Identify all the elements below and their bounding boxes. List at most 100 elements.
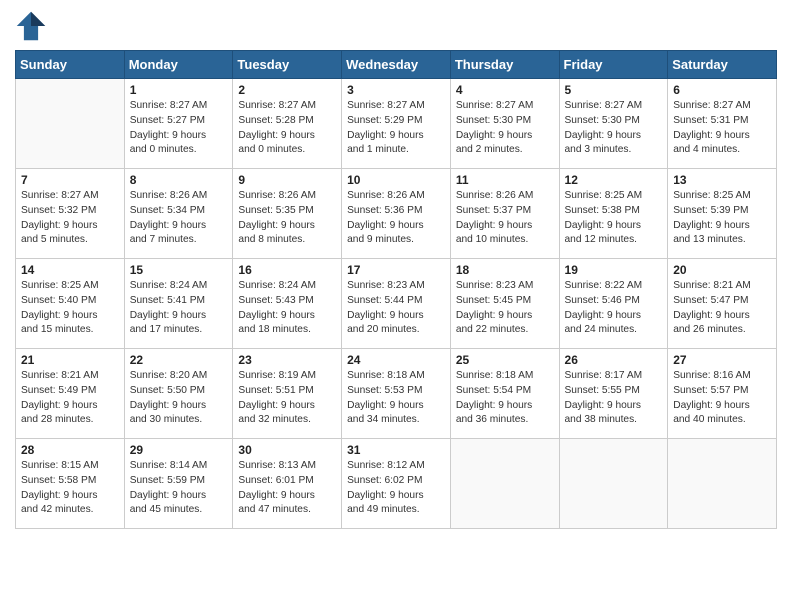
- day-number: 23: [238, 353, 336, 367]
- week-row-2: 14 Sunrise: 8:25 AMSunset: 5:40 PMDayligh…: [16, 259, 777, 349]
- day-cell: [450, 439, 559, 529]
- week-row-4: 28 Sunrise: 8:15 AMSunset: 5:58 PMDayligh…: [16, 439, 777, 529]
- day-number: 30: [238, 443, 336, 457]
- day-info: Sunrise: 8:26 AMSunset: 5:34 PMDaylight:…: [130, 189, 228, 248]
- day-cell: 16 Sunrise: 8:24 AMSunset: 5:43 PMDayligh…: [233, 259, 342, 349]
- calendar-table: SundayMondayTuesdayWednesdayThursdayFrid…: [15, 50, 777, 529]
- day-info: Sunrise: 8:14 AMSunset: 5:59 PMDaylight:…: [130, 459, 228, 518]
- day-cell: 14 Sunrise: 8:25 AMSunset: 5:40 PMDayligh…: [16, 259, 125, 349]
- day-number: 28: [21, 443, 119, 457]
- day-number: 7: [21, 173, 119, 187]
- day-info: Sunrise: 8:27 AMSunset: 5:30 PMDaylight:…: [565, 99, 663, 158]
- day-info: Sunrise: 8:21 AMSunset: 5:47 PMDaylight:…: [673, 279, 771, 338]
- day-cell: 27Sunrise: 8:16 AMSunset: 5:57 PMDayligh…: [668, 349, 777, 439]
- header-cell-sunday: Sunday: [16, 51, 125, 79]
- day-cell: [668, 439, 777, 529]
- day-info: Sunrise: 8:27 AMSunset: 5:27 PMDaylight:…: [130, 99, 228, 158]
- header-cell-saturday: Saturday: [668, 51, 777, 79]
- day-cell: 12Sunrise: 8:25 AMSunset: 5:38 PMDayligh…: [559, 169, 668, 259]
- day-cell: 7 Sunrise: 8:27 AMSunset: 5:32 PMDaylight…: [16, 169, 125, 259]
- day-info: Sunrise: 8:27 AMSunset: 5:30 PMDaylight:…: [456, 99, 554, 158]
- day-cell: 10 Sunrise: 8:26 AMSunset: 5:36 PMDayligh…: [342, 169, 451, 259]
- day-number: 3: [347, 83, 445, 97]
- day-cell: 26 Sunrise: 8:17 AMSunset: 5:55 PMDayligh…: [559, 349, 668, 439]
- day-cell: 8 Sunrise: 8:26 AMSunset: 5:34 PMDaylight…: [124, 169, 233, 259]
- week-row-1: 7 Sunrise: 8:27 AMSunset: 5:32 PMDaylight…: [16, 169, 777, 259]
- day-number: 22: [130, 353, 228, 367]
- day-info: Sunrise: 8:23 AMSunset: 5:45 PMDaylight:…: [456, 279, 554, 338]
- day-number: 29: [130, 443, 228, 457]
- day-info: Sunrise: 8:27 AMSunset: 5:32 PMDaylight:…: [21, 189, 119, 248]
- day-cell: 11 Sunrise: 8:26 AMSunset: 5:37 PMDayligh…: [450, 169, 559, 259]
- day-cell: 17 Sunrise: 8:23 AMSunset: 5:44 PMDayligh…: [342, 259, 451, 349]
- day-number: 19: [565, 263, 663, 277]
- calendar-body: 1 Sunrise: 8:27 AMSunset: 5:27 PMDaylight…: [16, 79, 777, 529]
- day-number: 24: [347, 353, 445, 367]
- header-cell-tuesday: Tuesday: [233, 51, 342, 79]
- day-info: Sunrise: 8:27 AMSunset: 5:28 PMDaylight:…: [238, 99, 336, 158]
- day-info: Sunrise: 8:25 AMSunset: 5:39 PMDaylight:…: [673, 189, 771, 248]
- day-number: 11: [456, 173, 554, 187]
- day-info: Sunrise: 8:15 AMSunset: 5:58 PMDaylight:…: [21, 459, 119, 518]
- day-cell: 3 Sunrise: 8:27 AMSunset: 5:29 PMDaylight…: [342, 79, 451, 169]
- day-number: 20: [673, 263, 771, 277]
- day-info: Sunrise: 8:27 AMSunset: 5:29 PMDaylight:…: [347, 99, 445, 158]
- day-info: Sunrise: 8:19 AMSunset: 5:51 PMDaylight:…: [238, 369, 336, 428]
- day-info: Sunrise: 8:21 AMSunset: 5:49 PMDaylight:…: [21, 369, 119, 428]
- day-info: Sunrise: 8:25 AMSunset: 5:40 PMDaylight:…: [21, 279, 119, 338]
- day-number: 10: [347, 173, 445, 187]
- day-info: Sunrise: 8:22 AMSunset: 5:46 PMDaylight:…: [565, 279, 663, 338]
- day-info: Sunrise: 8:27 AMSunset: 5:31 PMDaylight:…: [673, 99, 771, 158]
- day-number: 6: [673, 83, 771, 97]
- day-number: 16: [238, 263, 336, 277]
- day-number: 13: [673, 173, 771, 187]
- day-cell: 18 Sunrise: 8:23 AMSunset: 5:45 PMDayligh…: [450, 259, 559, 349]
- day-cell: [16, 79, 125, 169]
- logo-icon: [15, 10, 47, 42]
- week-row-3: 21 Sunrise: 8:21 AMSunset: 5:49 PMDayligh…: [16, 349, 777, 439]
- day-cell: [559, 439, 668, 529]
- day-cell: 13 Sunrise: 8:25 AMSunset: 5:39 PMDayligh…: [668, 169, 777, 259]
- day-cell: 21 Sunrise: 8:21 AMSunset: 5:49 PMDayligh…: [16, 349, 125, 439]
- day-cell: 5 Sunrise: 8:27 AMSunset: 5:30 PMDaylight…: [559, 79, 668, 169]
- day-number: 8: [130, 173, 228, 187]
- day-cell: 2 Sunrise: 8:27 AMSunset: 5:28 PMDaylight…: [233, 79, 342, 169]
- day-cell: 30 Sunrise: 8:13 AMSunset: 6:01 PMDayligh…: [233, 439, 342, 529]
- day-cell: 1 Sunrise: 8:27 AMSunset: 5:27 PMDaylight…: [124, 79, 233, 169]
- day-number: 4: [456, 83, 554, 97]
- day-cell: 6 Sunrise: 8:27 AMSunset: 5:31 PMDaylight…: [668, 79, 777, 169]
- day-number: 5: [565, 83, 663, 97]
- header-cell-friday: Friday: [559, 51, 668, 79]
- day-info: Sunrise: 8:23 AMSunset: 5:44 PMDaylight:…: [347, 279, 445, 338]
- day-number: 1: [130, 83, 228, 97]
- header-row: SundayMondayTuesdayWednesdayThursdayFrid…: [16, 51, 777, 79]
- day-number: 26: [565, 353, 663, 367]
- page: SundayMondayTuesdayWednesdayThursdayFrid…: [0, 0, 792, 544]
- day-cell: 9 Sunrise: 8:26 AMSunset: 5:35 PMDaylight…: [233, 169, 342, 259]
- day-info: Sunrise: 8:24 AMSunset: 5:43 PMDaylight:…: [238, 279, 336, 338]
- header-cell-monday: Monday: [124, 51, 233, 79]
- day-info: Sunrise: 8:26 AMSunset: 5:37 PMDaylight:…: [456, 189, 554, 248]
- day-number: 21: [21, 353, 119, 367]
- day-number: 31: [347, 443, 445, 457]
- day-cell: 15Sunrise: 8:24 AMSunset: 5:41 PMDayligh…: [124, 259, 233, 349]
- day-info: Sunrise: 8:26 AMSunset: 5:36 PMDaylight:…: [347, 189, 445, 248]
- header-cell-wednesday: Wednesday: [342, 51, 451, 79]
- day-number: 17: [347, 263, 445, 277]
- calendar-header: SundayMondayTuesdayWednesdayThursdayFrid…: [16, 51, 777, 79]
- day-info: Sunrise: 8:13 AMSunset: 6:01 PMDaylight:…: [238, 459, 336, 518]
- day-cell: 28 Sunrise: 8:15 AMSunset: 5:58 PMDayligh…: [16, 439, 125, 529]
- day-number: 27: [673, 353, 771, 367]
- day-info: Sunrise: 8:17 AMSunset: 5:55 PMDaylight:…: [565, 369, 663, 428]
- day-number: 9: [238, 173, 336, 187]
- day-cell: 31 Sunrise: 8:12 AMSunset: 6:02 PMDayligh…: [342, 439, 451, 529]
- day-number: 25: [456, 353, 554, 367]
- day-info: Sunrise: 8:18 AMSunset: 5:54 PMDaylight:…: [456, 369, 554, 428]
- day-number: 18: [456, 263, 554, 277]
- header: [15, 10, 777, 42]
- day-number: 14: [21, 263, 119, 277]
- week-row-0: 1 Sunrise: 8:27 AMSunset: 5:27 PMDaylight…: [16, 79, 777, 169]
- day-info: Sunrise: 8:26 AMSunset: 5:35 PMDaylight:…: [238, 189, 336, 248]
- day-number: 2: [238, 83, 336, 97]
- day-info: Sunrise: 8:12 AMSunset: 6:02 PMDaylight:…: [347, 459, 445, 518]
